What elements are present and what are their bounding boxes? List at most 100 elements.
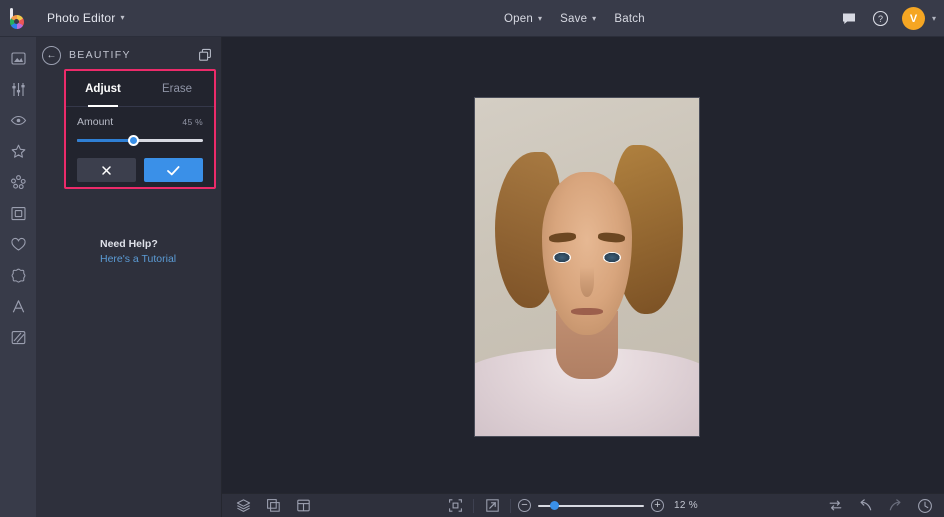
photo-editor-menu[interactable]: Photo Editor ▾ [36,0,134,37]
layers-icon [236,498,251,513]
colorwheel-logo-icon [8,8,29,29]
undo-button[interactable] [850,494,880,517]
back-button[interactable]: ← [42,46,61,65]
save-button[interactable]: Save ▾ [551,0,605,37]
batch-button[interactable]: Batch [605,0,653,37]
save-label: Save [560,13,587,25]
sidebar-item-adjust[interactable] [3,78,33,100]
zoom-out-button[interactable]: − [518,499,531,512]
duplicate-layers-icon [198,48,212,62]
menu-title-label: Photo Editor [47,11,115,25]
avatar-initial: V [910,13,917,25]
tab-erase[interactable]: Erase [140,71,214,106]
app-logo[interactable] [0,0,36,37]
zoom-slider-knob[interactable] [550,501,559,510]
sidebar-item-text[interactable] [3,295,33,317]
sidebar-item-effects[interactable] [3,109,33,131]
panel-header: ← BEAUTIFY [36,37,221,73]
chevron-down-icon: ▾ [592,15,596,23]
tool-rail [0,37,36,517]
open-label: Open [504,13,533,25]
amount-label: Amount [77,116,113,128]
heart-icon [10,236,27,253]
batch-label: Batch [614,13,644,25]
svg-text:?: ? [878,14,883,24]
duplicate-button[interactable] [198,48,212,62]
panel-layout-icon [296,498,311,513]
photo-nose [580,267,593,297]
amount-slider-fill [77,139,134,142]
divider [473,499,474,513]
back-arrow-icon: ← [47,50,57,61]
amount-slider[interactable] [77,135,203,147]
panel-layout-button[interactable] [288,494,318,517]
badge-flower-icon [10,267,27,284]
sidebar-item-texture[interactable] [3,326,33,348]
amount-value: 45 % [182,117,203,127]
beautify-panel: ← BEAUTIFY Adjust Erase Amount [36,37,222,517]
fullscreen-button[interactable] [477,494,507,517]
tab-adjust[interactable]: Adjust [66,71,140,106]
photo-eye-right [603,252,621,263]
canvas-area[interactable] [222,37,944,493]
feedback-chat-icon [841,11,857,27]
panel-tabs: Adjust Erase [66,71,214,107]
chevron-down-icon: ▾ [538,15,542,23]
dots-cluster-icon [10,174,27,191]
help-title: Need Help? [100,237,176,252]
help-block: Need Help? Here's a Tutorial [100,237,176,267]
photo-eye-left [553,252,571,263]
photo-mouth [571,308,602,315]
zoom-level-value: 12 % [674,500,698,511]
app-header: Photo Editor ▾ Open ▾ Save ▾ Batch [0,0,944,37]
apply-button[interactable] [144,158,203,182]
history-clock-icon [917,498,933,514]
page-title: BEAUTIFY [69,49,190,61]
tab-erase-label: Erase [162,83,192,95]
sidebar-item-frames[interactable] [3,202,33,224]
crop-transform-button[interactable] [258,494,288,517]
photo-editor-app: Photo Editor ▾ Open ▾ Save ▾ Batch [0,0,944,517]
history-button[interactable] [910,494,940,517]
avatar[interactable]: V [902,7,925,30]
open-button[interactable]: Open ▾ [495,0,551,37]
canvas-photo[interactable] [475,98,699,436]
close-x-icon [100,164,113,177]
zoom-minus-label: − [521,500,527,511]
sidebar-item-overlays[interactable] [3,171,33,193]
sidebar-item-image[interactable] [3,47,33,69]
zoom-slider[interactable] [538,500,644,512]
redo-button[interactable] [880,494,910,517]
layers-button[interactable] [228,494,258,517]
fullscreen-expand-icon [485,498,500,513]
sidebar-item-favorites[interactable] [3,233,33,255]
chevron-down-icon: ▾ [120,14,124,22]
zoom-in-button[interactable]: + [651,499,664,512]
square-frame-icon [10,205,27,222]
text-letter-a-icon [10,298,27,315]
zoom-plus-label: + [654,500,660,511]
tutorial-link[interactable]: Here's a Tutorial [100,252,176,267]
help-question-icon: ? [872,10,889,27]
action-buttons [66,147,214,182]
sidebar-item-beautify[interactable] [3,140,33,162]
help-button[interactable]: ? [866,0,896,37]
star-sparkle-icon [10,143,27,160]
check-mark-icon [166,164,181,177]
amount-row: Amount 45 % [66,107,214,128]
tab-adjust-label: Adjust [85,83,121,95]
fit-to-screen-button[interactable] [440,494,470,517]
avatar-chevron-down-icon[interactable]: ▾ [932,15,936,23]
redo-icon [888,498,903,513]
zoom-control: − + 12 % [514,499,698,512]
cancel-button[interactable] [77,158,136,182]
amount-slider-knob[interactable] [128,135,139,146]
compare-swap-icon [828,498,843,513]
eye-effects-icon [10,112,27,129]
feedback-chat-button[interactable] [834,0,864,37]
crop-transform-icon [266,498,281,513]
header-right-actions: ? V ▾ [834,0,936,37]
compare-swap-button[interactable] [820,494,850,517]
header-center-actions: Open ▾ Save ▾ Batch [495,0,654,37]
sidebar-item-stickers[interactable] [3,264,33,286]
